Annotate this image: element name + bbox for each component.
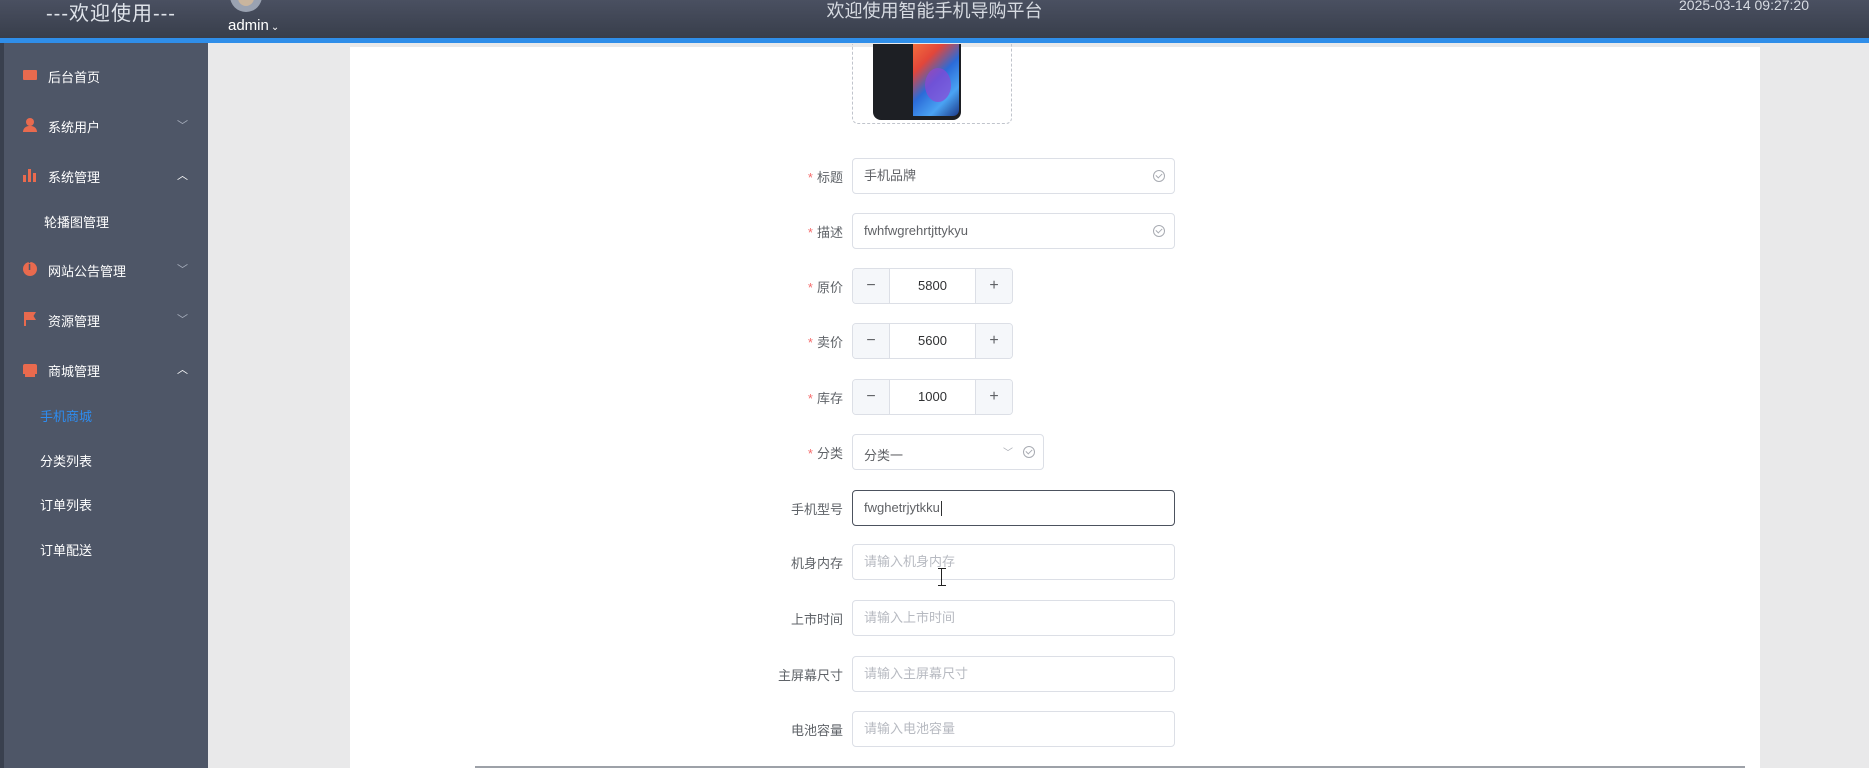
description-input[interactable]: fwhfwgrehrtjttykyu — [852, 213, 1175, 249]
screen-size-input[interactable]: 请输入主屏幕尺寸 — [852, 656, 1175, 692]
sidebar-item-label: 商城管理 — [48, 364, 101, 379]
chevron-down-icon: ⌄ — [270, 22, 280, 33]
sidebar-item-label: 系统用户 — [48, 120, 101, 135]
selling-price-value[interactable]: 5600 — [889, 324, 976, 358]
decrement-button[interactable]: − — [853, 380, 890, 414]
chevron-up-icon: ︿ — [177, 170, 188, 182]
battery-label: 电池容量 — [790, 723, 843, 738]
sidebar-item-label: 资源管理 — [48, 314, 101, 329]
sidebar-item-label: 后台首页 — [48, 70, 101, 85]
memory-label: 机身内存 — [790, 556, 843, 571]
monitor-icon — [23, 70, 37, 80]
category-selected-value: 分类一 — [864, 448, 904, 463]
image-upload[interactable] — [852, 44, 1012, 124]
release-date-label: 上市时间 — [790, 612, 843, 627]
sidebar-item-phone-mall[interactable]: 手机商城 — [40, 406, 92, 425]
sidebar-item-system-management[interactable]: 系统管理 ︿ — [4, 163, 208, 187]
site-title: 欢迎使用智能手机导购平台 — [826, 1, 1043, 21]
sidebar-item-home[interactable]: 后台首页 — [4, 63, 208, 87]
shop-icon — [23, 364, 37, 377]
datetime: 2025-03-14 09:27:20 — [1679, 0, 1809, 13]
sidebar: 后台首页 系统用户 ﹀ 系统管理 ︿ 轮播图管理 网站公告管理 ﹀ 资源管理 ﹀… — [0, 43, 208, 768]
selling-price-stepper[interactable]: − 5600 + — [852, 323, 1013, 359]
category-select[interactable]: 分类一 ﹀ — [852, 434, 1044, 470]
check-circle-icon — [1153, 170, 1165, 182]
memory-input[interactable]: 请输入机身内存 — [852, 544, 1175, 580]
sidebar-item-mall[interactable]: 商城管理 ︿ — [4, 357, 208, 381]
text-caret — [940, 501, 942, 517]
sidebar-item-announcements[interactable]: 网站公告管理 ﹀ — [4, 257, 208, 281]
user-icon — [23, 118, 37, 132]
header-accent-bar — [0, 38, 1869, 43]
chevron-down-icon: ﹀ — [1003, 448, 1013, 459]
decrement-button[interactable]: − — [853, 269, 890, 303]
chevron-down-icon: ﹀ — [177, 264, 188, 276]
top-header: ---欢迎使用--- admin ⌄ 欢迎使用智能手机导购平台 2025-03-1… — [0, 0, 1869, 38]
title-label: * 标题 — [807, 170, 843, 185]
chevron-down-icon: ﹀ — [177, 120, 188, 132]
sidebar-item-label: 网站公告管理 — [48, 264, 127, 279]
screen-size-label: 主屏幕尺寸 — [777, 668, 843, 683]
original-price-stepper[interactable]: − 5800 + — [852, 268, 1013, 304]
stock-stepper[interactable]: − 1000 + — [852, 379, 1013, 415]
sidebar-item-resources[interactable]: 资源管理 ﹀ — [4, 307, 208, 331]
increment-button[interactable]: + — [975, 380, 1012, 414]
selling-price-label: * 卖价 — [807, 335, 843, 350]
stock-label: * 库存 — [807, 391, 843, 406]
sidebar-item-system-users[interactable]: 系统用户 ﹀ — [4, 113, 208, 137]
sidebar-item-order-delivery[interactable]: 订单配送 — [40, 540, 92, 559]
sidebar-item-category-list[interactable]: 分类列表 — [40, 451, 92, 470]
check-circle-icon — [1023, 446, 1035, 458]
model-label: 手机型号 — [790, 502, 843, 517]
check-circle-icon — [1153, 225, 1165, 237]
chevron-down-icon: ﹀ — [177, 314, 188, 326]
model-input[interactable]: fwghetrjytkku — [852, 490, 1175, 526]
sidebar-item-carousel[interactable]: 轮播图管理 — [44, 212, 109, 231]
title-input[interactable]: 手机品牌 — [852, 158, 1175, 194]
chevron-up-icon: ︿ — [177, 364, 188, 376]
info-icon — [23, 261, 37, 276]
original-price-label: * 原价 — [807, 280, 843, 295]
increment-button[interactable]: + — [975, 324, 1012, 358]
sidebar-item-label: 系统管理 — [48, 170, 101, 185]
stock-value[interactable]: 1000 — [889, 380, 976, 414]
increment-button[interactable]: + — [975, 269, 1012, 303]
release-date-input[interactable]: 请输入上市时间 — [852, 600, 1175, 636]
text-cursor-icon — [938, 568, 946, 586]
description-label: * 描述 — [807, 225, 843, 240]
phone-preview-image — [873, 44, 961, 120]
flag-icon — [23, 312, 37, 326]
decrement-button[interactable]: − — [853, 324, 890, 358]
category-label: * 分类 — [807, 446, 843, 461]
sidebar-item-order-list[interactable]: 订单列表 — [40, 495, 92, 514]
bar-chart-icon — [23, 168, 37, 182]
original-price-value[interactable]: 5800 — [889, 269, 976, 303]
battery-input[interactable]: 请输入电池容量 — [852, 711, 1175, 747]
